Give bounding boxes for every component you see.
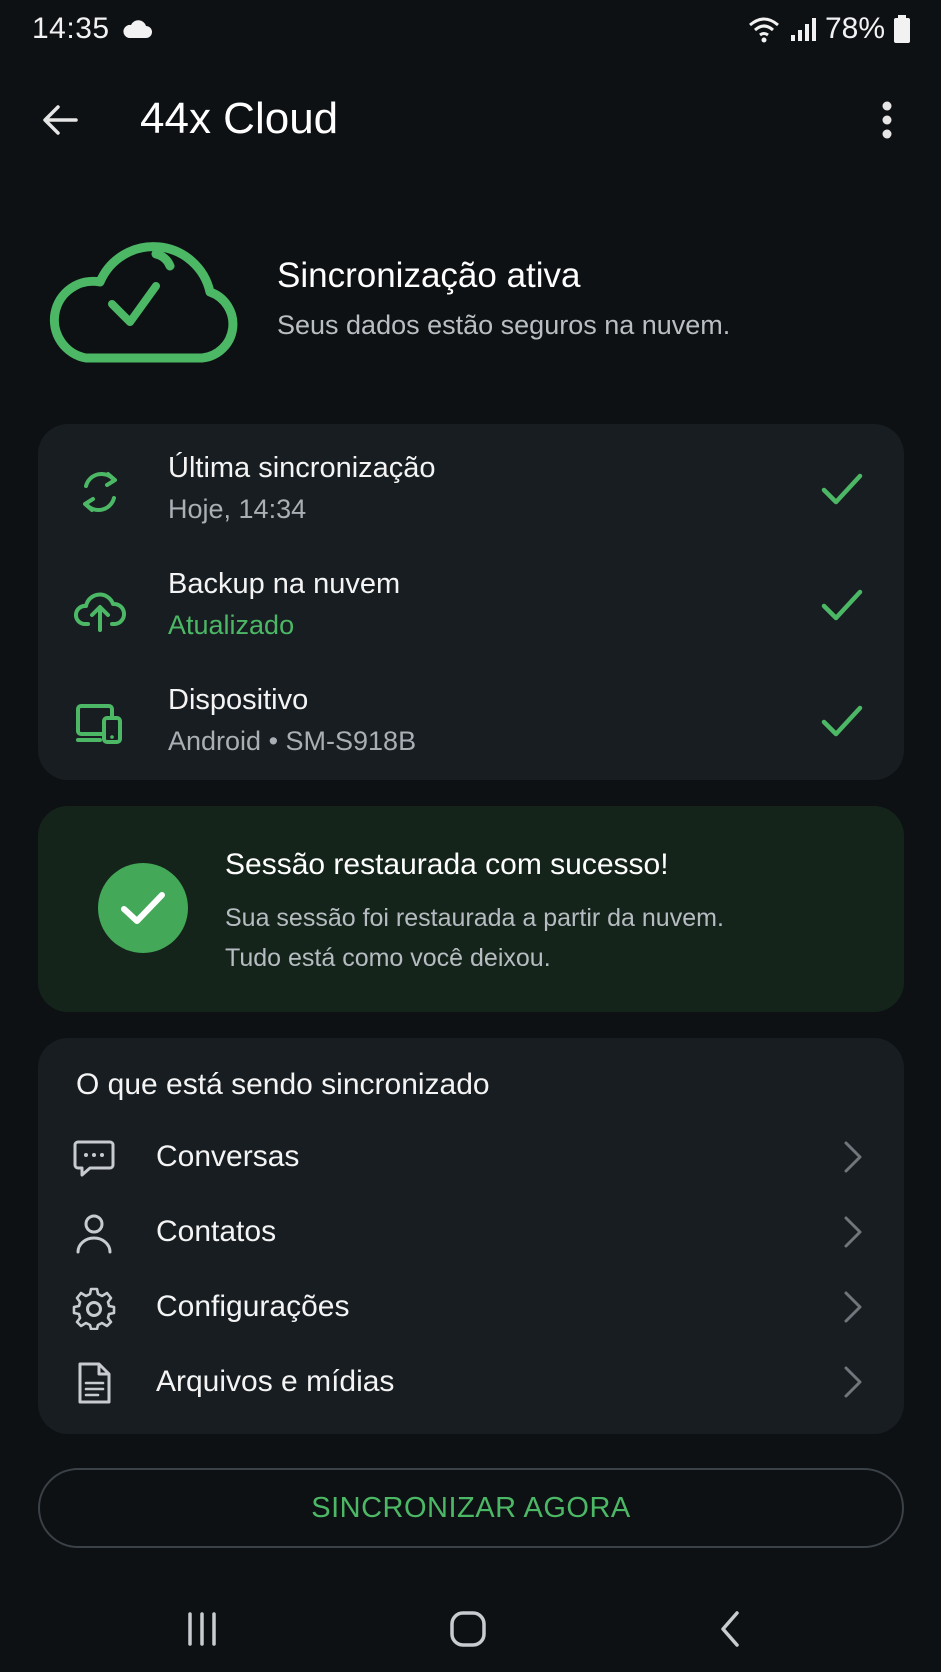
home-icon — [450, 1611, 486, 1647]
sync-item-label: Contatos — [156, 1215, 277, 1248]
check-icon — [821, 473, 863, 505]
more-vert-icon — [882, 101, 892, 139]
status-subtitle: Atualizado — [168, 610, 295, 640]
home-button[interactable] — [438, 1604, 498, 1654]
hero-title: Sincronização ativa — [277, 256, 581, 295]
sync-item-label: Arquivos e mídias — [156, 1365, 395, 1398]
check-icon — [121, 892, 165, 924]
hero-subtitle: Seus dados estão seguros na nuvem. — [277, 310, 731, 340]
sync-now-button[interactable]: SINCRONIZAR AGORA — [38, 1468, 904, 1548]
document-icon — [78, 1362, 111, 1404]
cloud-icon — [123, 20, 152, 38]
success-banner: Sessão restaurada com sucesso! Sua sessã… — [38, 806, 904, 1012]
chevron-right-icon — [844, 1141, 862, 1173]
status-subtitle: Hoje, 14:34 — [168, 494, 307, 524]
sync-item-label: Conversas — [156, 1140, 300, 1173]
back-button[interactable] — [30, 90, 90, 150]
status-card: Última sincronização Hoje, 14:34 Backup … — [38, 424, 904, 780]
status-row-device[interactable]: Dispositivo Android • SM-S918B — [38, 674, 904, 774]
device-icon — [76, 704, 122, 744]
status-bar: 14:35 78% — [0, 0, 941, 64]
status-right: 78% — [747, 12, 911, 46]
more-options-button[interactable] — [857, 90, 917, 150]
person-icon — [76, 1214, 112, 1254]
system-nav-bar — [0, 1590, 941, 1672]
sync-item-label: Configurações — [156, 1290, 350, 1323]
check-icon — [821, 705, 863, 737]
status-title: Backup na nuvem — [168, 568, 401, 600]
status-title: Dispositivo — [168, 684, 309, 716]
status-time: 14:35 — [32, 12, 110, 45]
success-message-line-2: Tudo está como você deixou. — [225, 944, 551, 972]
nav-back-icon — [721, 1611, 739, 1647]
battery-icon — [894, 15, 910, 43]
recents-button[interactable] — [172, 1604, 232, 1654]
wifi-icon — [748, 17, 779, 43]
chat-icon — [73, 1140, 115, 1177]
gear-icon — [72, 1287, 116, 1330]
sync-items-card: O que está sendo sincronizado Conversas … — [38, 1038, 904, 1434]
battery-percent: 78% — [824, 12, 885, 45]
success-message-line-1: Sua sessão foi restaurada a partir da nu… — [225, 904, 724, 932]
page-title: 44x Cloud — [140, 94, 339, 143]
sync-item-contatos[interactable]: Contatos — [38, 1197, 904, 1269]
sync-item-configuracoes[interactable]: Configurações — [38, 1272, 904, 1344]
status-row-last-sync[interactable]: Última sincronização Hoje, 14:34 — [38, 442, 904, 542]
screen: 14:35 78% 44x Cloud Sincronização ativa … — [0, 0, 941, 1672]
sync-item-conversas[interactable]: Conversas — [38, 1122, 904, 1194]
sync-now-label: SINCRONIZAR AGORA — [311, 1491, 631, 1524]
cloud-upload-icon — [74, 592, 126, 632]
sync-section-heading: O que está sendo sincronizado — [76, 1068, 490, 1101]
success-check-badge — [98, 863, 188, 953]
sync-item-arquivos[interactable]: Arquivos e mídias — [38, 1347, 904, 1419]
status-title: Última sincronização — [168, 452, 436, 484]
signal-icon — [790, 18, 816, 41]
status-row-backup[interactable]: Backup na nuvem Atualizado — [38, 558, 904, 658]
app-bar: 44x Cloud — [0, 70, 941, 170]
recents-icon — [188, 1612, 216, 1646]
chevron-right-icon — [844, 1216, 862, 1248]
chevron-right-icon — [844, 1291, 862, 1323]
status-subtitle: Android • SM-S918B — [168, 726, 417, 756]
cloud-check-icon — [49, 242, 238, 363]
nav-back-button[interactable] — [700, 1604, 760, 1654]
success-title: Sessão restaurada com sucesso! — [225, 848, 669, 881]
chevron-right-icon — [844, 1366, 862, 1398]
arrow-back-icon — [43, 105, 78, 135]
check-icon — [821, 589, 863, 621]
sync-icon — [83, 472, 117, 512]
